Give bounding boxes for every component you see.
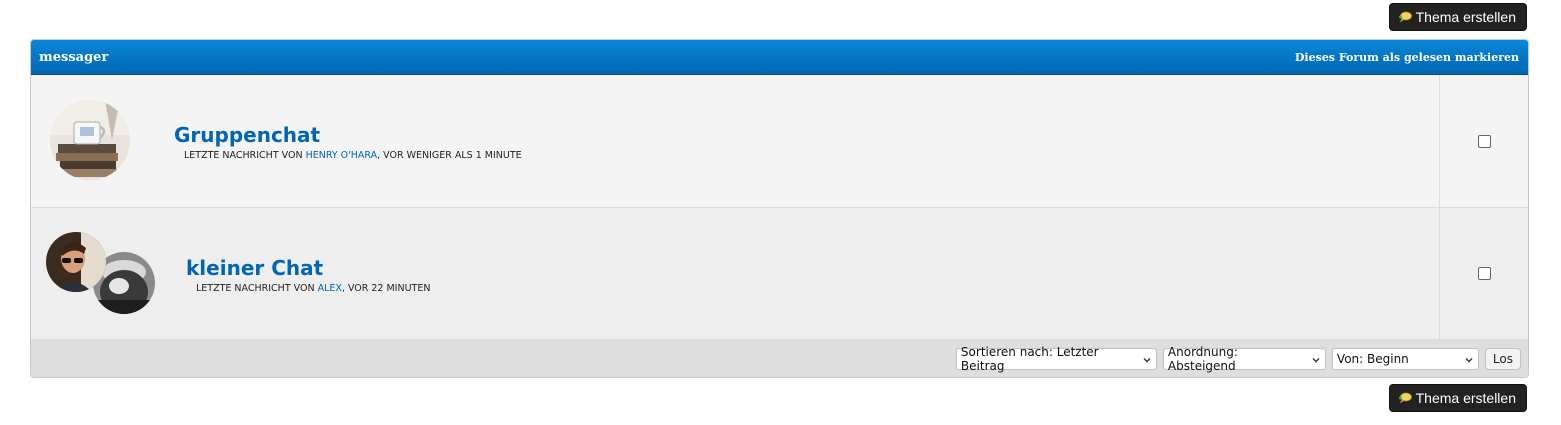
go-button[interactable]: Los [1484, 347, 1521, 370]
from-select[interactable]: Von: Beginn [1331, 347, 1479, 370]
sort-by-value: Sortieren nach: Letzter Beitrag [960, 344, 1099, 373]
topic-last-post-info: Letzte Nachricht von Henry O'Hara, vor w… [184, 150, 522, 161]
last-post-prefix: Letzte Nachricht von [184, 150, 306, 161]
forum-footer: Sortieren nach: Letzter Beitrag Anordnun… [31, 340, 1528, 377]
chevron-down-icon [1464, 354, 1474, 364]
forum-title: messager [39, 49, 109, 65]
topic-avatar[interactable] [46, 232, 106, 292]
topic-row: Gruppenchat Letzte Nachricht von Henry O… [31, 75, 1528, 208]
chat-bubble-icon [1398, 11, 1412, 23]
topic-row: kleiner Chat Letzte Nachricht von Alex, … [31, 208, 1528, 340]
chat-bubble-icon [1398, 392, 1412, 404]
chevron-down-icon [1311, 354, 1321, 364]
sort-by-select[interactable]: Sortieren nach: Letzter Beitrag [955, 344, 1157, 373]
last-post-time: , vor 22 Minuten [341, 283, 431, 294]
new-topic-label: Thema erstellen [1415, 390, 1516, 406]
topic-select-cell [1440, 75, 1528, 207]
topic-select-checkbox[interactable] [1477, 267, 1491, 280]
forum-header: messager Dieses Forum als gelesen markie… [31, 40, 1528, 75]
new-topic-button-top[interactable]: Thema erstellen [1388, 3, 1527, 31]
topic-select-cell [1440, 208, 1528, 339]
last-post-user-link[interactable]: Alex [318, 283, 342, 294]
topic-main-cell: Gruppenchat Letzte Nachricht von Henry O… [31, 75, 1440, 207]
last-post-user-link[interactable]: Henry O'Hara [306, 150, 378, 161]
last-post-prefix: Letzte Nachricht von [196, 283, 318, 294]
topic-title-link[interactable]: kleiner Chat [186, 256, 323, 280]
topic-title-link[interactable]: Gruppenchat [174, 123, 320, 147]
topic-select-checkbox[interactable] [1477, 134, 1491, 148]
forum-panel: messager Dieses Forum als gelesen markie… [30, 39, 1529, 378]
topic-main-cell: kleiner Chat Letzte Nachricht von Alex, … [31, 208, 1440, 339]
new-topic-label: Thema erstellen [1415, 9, 1516, 25]
mark-forum-read-link[interactable]: Dieses Forum als gelesen markieren [1295, 51, 1519, 64]
new-topic-button-bottom[interactable]: Thema erstellen [1388, 384, 1527, 412]
last-post-time: , vor weniger als 1 Minute [377, 150, 522, 161]
topic-avatar[interactable] [50, 100, 130, 180]
chevron-down-icon [1142, 354, 1152, 364]
from-value: Von: Beginn [1336, 351, 1409, 366]
order-select[interactable]: Anordnung: Absteigend [1162, 344, 1326, 373]
topic-last-post-info: Letzte Nachricht von Alex, vor 22 Minute… [196, 283, 430, 294]
order-value: Anordnung: Absteigend [1167, 344, 1238, 373]
